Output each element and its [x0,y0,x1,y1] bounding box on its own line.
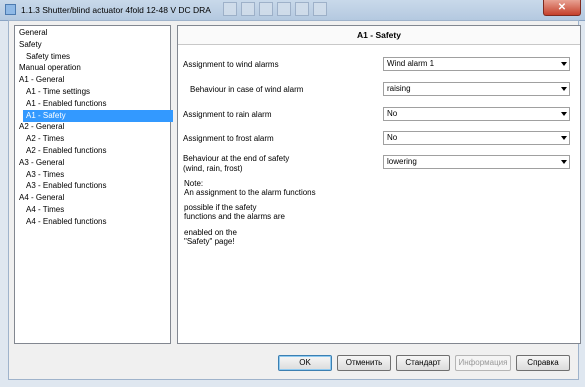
tree-item[interactable]: A1 - Enabled functions [23,98,111,110]
chevron-down-icon [561,136,567,140]
info-button[interactable]: Информация [455,355,511,371]
window-bottom-edge [0,380,585,387]
window-title: 1.1.3 Shutter/blind actuator 4fold 12-48… [21,5,211,15]
tree-item[interactable]: A2 - General [16,121,68,133]
navigation-tree: General Safety Safety times Manual operatio… [14,25,173,344]
chevron-down-icon [561,87,567,91]
end-of-safety-value: lowering [387,157,417,166]
wind-alarm-label: Assignment to wind alarms [183,60,279,69]
frost-alarm-dropdown[interactable]: No [383,131,570,145]
chevron-down-icon [561,160,567,164]
cancel-button[interactable]: Отменить [337,355,391,371]
tree-item[interactable]: A4 - Times [23,204,68,216]
chevron-down-icon [561,62,567,66]
tree-item[interactable]: A2 - Times [23,133,68,145]
wind-alarm-value: Wind alarm 1 [387,59,435,68]
tree-item[interactable]: A2 - Enabled functions [23,145,111,157]
tree-item[interactable]: A1 - General [16,74,68,86]
tree-item[interactable]: General [16,27,51,39]
parameter-panel: A1 - Safety Assignment to wind alarms Wi… [177,25,581,344]
taskbar-icon [295,2,309,16]
blurred-taskbar-icons [223,2,327,18]
end-of-safety-dropdown[interactable]: lowering [383,155,570,169]
rain-alarm-dropdown[interactable]: No [383,107,570,121]
wind-behaviour-label: Behaviour in case of wind alarm [190,85,304,94]
wind-behaviour-value: raising [387,84,411,93]
rain-alarm-value: No [387,109,398,118]
tree-item[interactable]: Safety times [23,51,74,63]
taskbar-icon [241,2,255,16]
frost-alarm-value: No [387,133,398,142]
title-bar: 1.1.3 Shutter/blind actuator 4fold 12-48… [0,0,585,21]
tree-item[interactable]: A1 - Time settings [23,86,94,98]
note-text: enabled on the [184,228,237,237]
tree-item[interactable]: A3 - General [16,157,68,169]
tree-item[interactable]: Safety [16,39,46,51]
taskbar-icon [259,2,273,16]
chevron-down-icon [561,112,567,116]
note-text: possible if the safety [184,203,257,212]
frost-alarm-label: Assignment to frost alarm [183,134,274,143]
tree-item[interactable]: A3 - Times [23,169,68,181]
rain-alarm-label: Assignment to rain alarm [183,110,272,119]
tree-item[interactable]: A4 - General [16,192,68,204]
close-button[interactable]: ✕ [543,0,581,16]
note-text: An assignment to the alarm functions [184,188,316,197]
tree-item[interactable]: A3 - Enabled functions [23,180,111,192]
tree-item[interactable]: A1 - Safety [23,109,173,122]
note-text: functions and the alarms are [184,212,285,221]
end-of-safety-label: Behaviour at the end of safety [183,154,290,163]
note-text: "Safety" page! [184,237,235,246]
wind-alarm-dropdown[interactable]: Wind alarm 1 [383,57,570,71]
taskbar-icon [313,2,327,16]
app-icon [5,4,16,15]
note-title: Note: [184,179,204,188]
ok-button[interactable]: OK [278,355,332,371]
default-button[interactable]: Стандарт [396,355,450,371]
end-of-safety-sublabel: (wind, rain, frost) [183,164,243,173]
help-button[interactable]: Справка [516,355,570,371]
tree-item[interactable]: A4 - Enabled functions [23,216,111,228]
taskbar-icon [223,2,237,16]
taskbar-icon [277,2,291,16]
wind-behaviour-dropdown[interactable]: raising [383,82,570,96]
tree-item[interactable]: Manual operation [16,62,85,74]
page-title: A1 - Safety [178,26,580,45]
